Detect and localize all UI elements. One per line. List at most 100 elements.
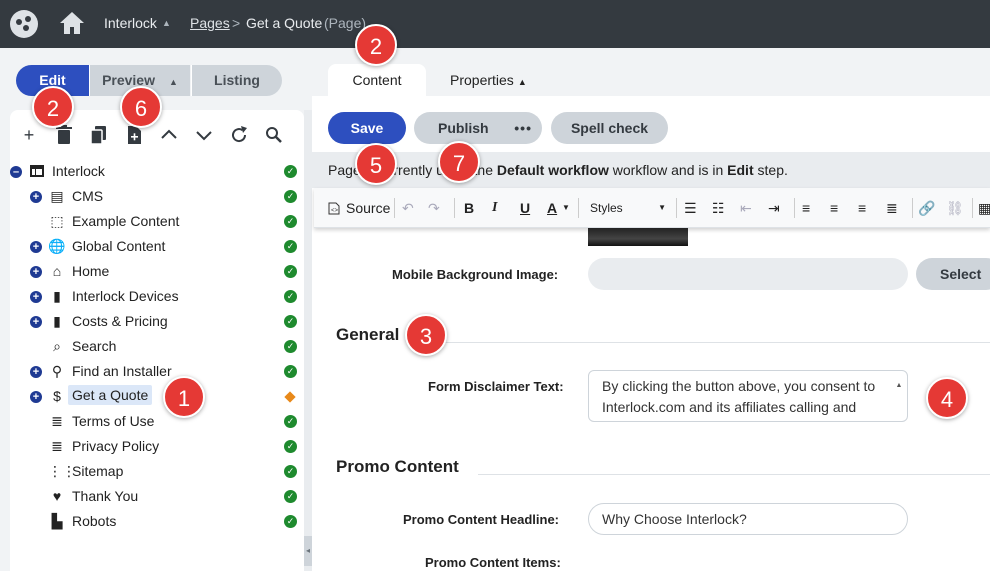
spell-check-button[interactable]: Spell check	[551, 112, 668, 144]
tree-item[interactable]: + $ Get a Quote	[0, 384, 304, 409]
align-center-icon[interactable]: ≡	[830, 198, 838, 218]
tree-item[interactable]: ♥ Thank You ✓	[0, 484, 304, 509]
undo-icon[interactable]: ↶	[402, 198, 414, 218]
published-status-icon: ✓	[284, 365, 297, 378]
published-status-icon: ✓	[284, 265, 297, 278]
source-icon[interactable]: <>	[328, 202, 340, 215]
bulleted-list-icon[interactable]: ☷	[712, 198, 725, 218]
breadcrumb-current-page: Get a Quote	[246, 15, 323, 31]
callout-badge: 2	[355, 24, 397, 66]
unlink-icon[interactable]: ⛓	[946, 198, 964, 218]
toolbar-separator	[578, 198, 579, 218]
published-status-icon: ✓	[284, 190, 297, 203]
numbered-list-icon[interactable]: ☰	[684, 198, 697, 218]
add-icon[interactable]: +	[18, 124, 40, 146]
refresh-icon[interactable]	[228, 124, 250, 146]
copy-icon[interactable]	[88, 124, 110, 146]
search-icon[interactable]	[263, 124, 285, 146]
toolbar-separator	[912, 198, 913, 218]
expand-icon[interactable]: +	[30, 191, 42, 203]
callout-badge: 1	[163, 376, 205, 418]
tab-content[interactable]: Content	[328, 64, 426, 96]
form-disclaimer-textarea[interactable]: By clicking the button above, you consen…	[588, 370, 908, 422]
tree-item-label: Terms of Use	[72, 413, 155, 429]
expand-icon[interactable]: +	[30, 316, 42, 328]
redo-icon[interactable]: ↷	[428, 198, 440, 218]
draft-status-icon	[285, 392, 295, 402]
list-icon: ≣	[51, 413, 63, 429]
toolbar-separator	[394, 198, 395, 218]
tree-item[interactable]: + ⚲ Find an Installer ✓	[0, 359, 304, 384]
tree-item[interactable]: + ▮ Interlock Devices ✓	[0, 284, 304, 309]
home-icon[interactable]	[58, 9, 86, 37]
indent-icon[interactable]: ⇥	[768, 198, 780, 218]
app-logo-icon[interactable]	[10, 10, 38, 38]
mobile-background-input[interactable]	[588, 258, 908, 290]
workflow-status-bar: Page is currently using the Default work…	[312, 152, 990, 188]
search-icon: ⌕	[53, 338, 61, 354]
italic-icon[interactable]: I	[492, 198, 497, 218]
expand-icon[interactable]: +	[30, 291, 42, 303]
breadcrumb-pages-link[interactable]: Pages	[190, 15, 230, 31]
tab-properties-label: Properties	[450, 72, 514, 88]
tree-item-label: Robots	[72, 513, 117, 529]
expand-icon[interactable]: +	[30, 366, 42, 378]
toolbar-separator	[794, 198, 795, 218]
link-icon[interactable]: 🔗	[918, 198, 935, 218]
expand-icon[interactable]: +	[30, 266, 42, 278]
textarea-scrollbar[interactable]: ▲▼	[894, 375, 904, 417]
toolbar-separator	[676, 198, 677, 218]
move-up-icon[interactable]	[158, 124, 180, 146]
mobile-background-label: Mobile Background Image:	[392, 267, 559, 282]
tree-item[interactable]: + ⌂ Home ✓	[0, 259, 304, 284]
site-caret-icon[interactable]: ▲	[162, 18, 171, 28]
callout-badge: 2	[32, 86, 74, 128]
expand-icon[interactable]: +	[30, 241, 42, 253]
justify-icon[interactable]: ≣	[886, 198, 898, 218]
text-color-icon[interactable]: A	[547, 198, 557, 218]
form-disclaimer-label: Form Disclaimer Text:	[428, 379, 564, 394]
section-divider	[478, 474, 990, 475]
panel-splitter[interactable]	[304, 110, 312, 571]
tree-item[interactable]: ⬚ Example Content ✓	[0, 209, 304, 234]
select-image-button[interactable]: Select	[916, 258, 990, 290]
outdent-icon[interactable]: ⇤	[740, 198, 752, 218]
more-actions-icon[interactable]: •••	[514, 112, 532, 144]
collapse-panel-handle[interactable]: ◂	[304, 536, 312, 566]
callout-badge: 5	[355, 143, 397, 185]
tree-item[interactable]: ▙ Robots ✓	[0, 509, 304, 534]
workflow-step: Edit	[727, 162, 754, 178]
tree-item[interactable]: + ▮ Costs & Pricing ✓	[0, 309, 304, 334]
bold-icon[interactable]: B	[464, 198, 474, 218]
tree-item[interactable]: + ▤ CMS ✓	[0, 184, 304, 209]
align-right-icon[interactable]: ≡	[858, 198, 866, 218]
publish-button[interactable]: Publish •••	[414, 112, 542, 144]
dollar-icon: $	[53, 388, 61, 404]
text-color-caret-icon[interactable]: ▼	[562, 198, 570, 218]
align-left-icon[interactable]: ≡	[802, 198, 810, 218]
section-divider	[416, 342, 990, 343]
mode-tab-listing[interactable]: Listing	[191, 65, 282, 96]
tree-item[interactable]: + 🌐 Global Content ✓	[0, 234, 304, 259]
tab-properties[interactable]: Properties ▲	[450, 64, 527, 96]
styles-select[interactable]: Styles ▼	[584, 198, 670, 218]
tree-root[interactable]: – Interlock ✓	[0, 159, 304, 184]
background-image-preview[interactable]	[588, 228, 688, 246]
save-button[interactable]: Save	[328, 112, 406, 144]
collapse-icon[interactable]: –	[10, 166, 22, 178]
source-button[interactable]: Source	[346, 198, 390, 218]
tree-item[interactable]: ≣ Terms of Use ✓	[0, 409, 304, 434]
site-icon	[30, 165, 44, 177]
tree-item[interactable]: ⋮⋮ Sitemap ✓	[0, 459, 304, 484]
move-down-icon[interactable]	[193, 124, 215, 146]
tree-item[interactable]: ⌕ Search ✓	[0, 334, 304, 359]
site-name[interactable]: Interlock	[104, 15, 157, 31]
underline-icon[interactable]: U	[520, 198, 530, 218]
tree-item[interactable]: ≣ Privacy Policy ✓	[0, 434, 304, 459]
document-icon: ▤	[50, 188, 64, 204]
promo-headline-input[interactable]: Why Choose Interlock?	[588, 503, 908, 535]
expand-icon[interactable]: +	[30, 391, 42, 403]
tree-root-label: Interlock	[52, 163, 105, 179]
table-icon[interactable]: ▦	[978, 198, 990, 218]
tree-item-label: Get a Quote	[68, 385, 153, 405]
